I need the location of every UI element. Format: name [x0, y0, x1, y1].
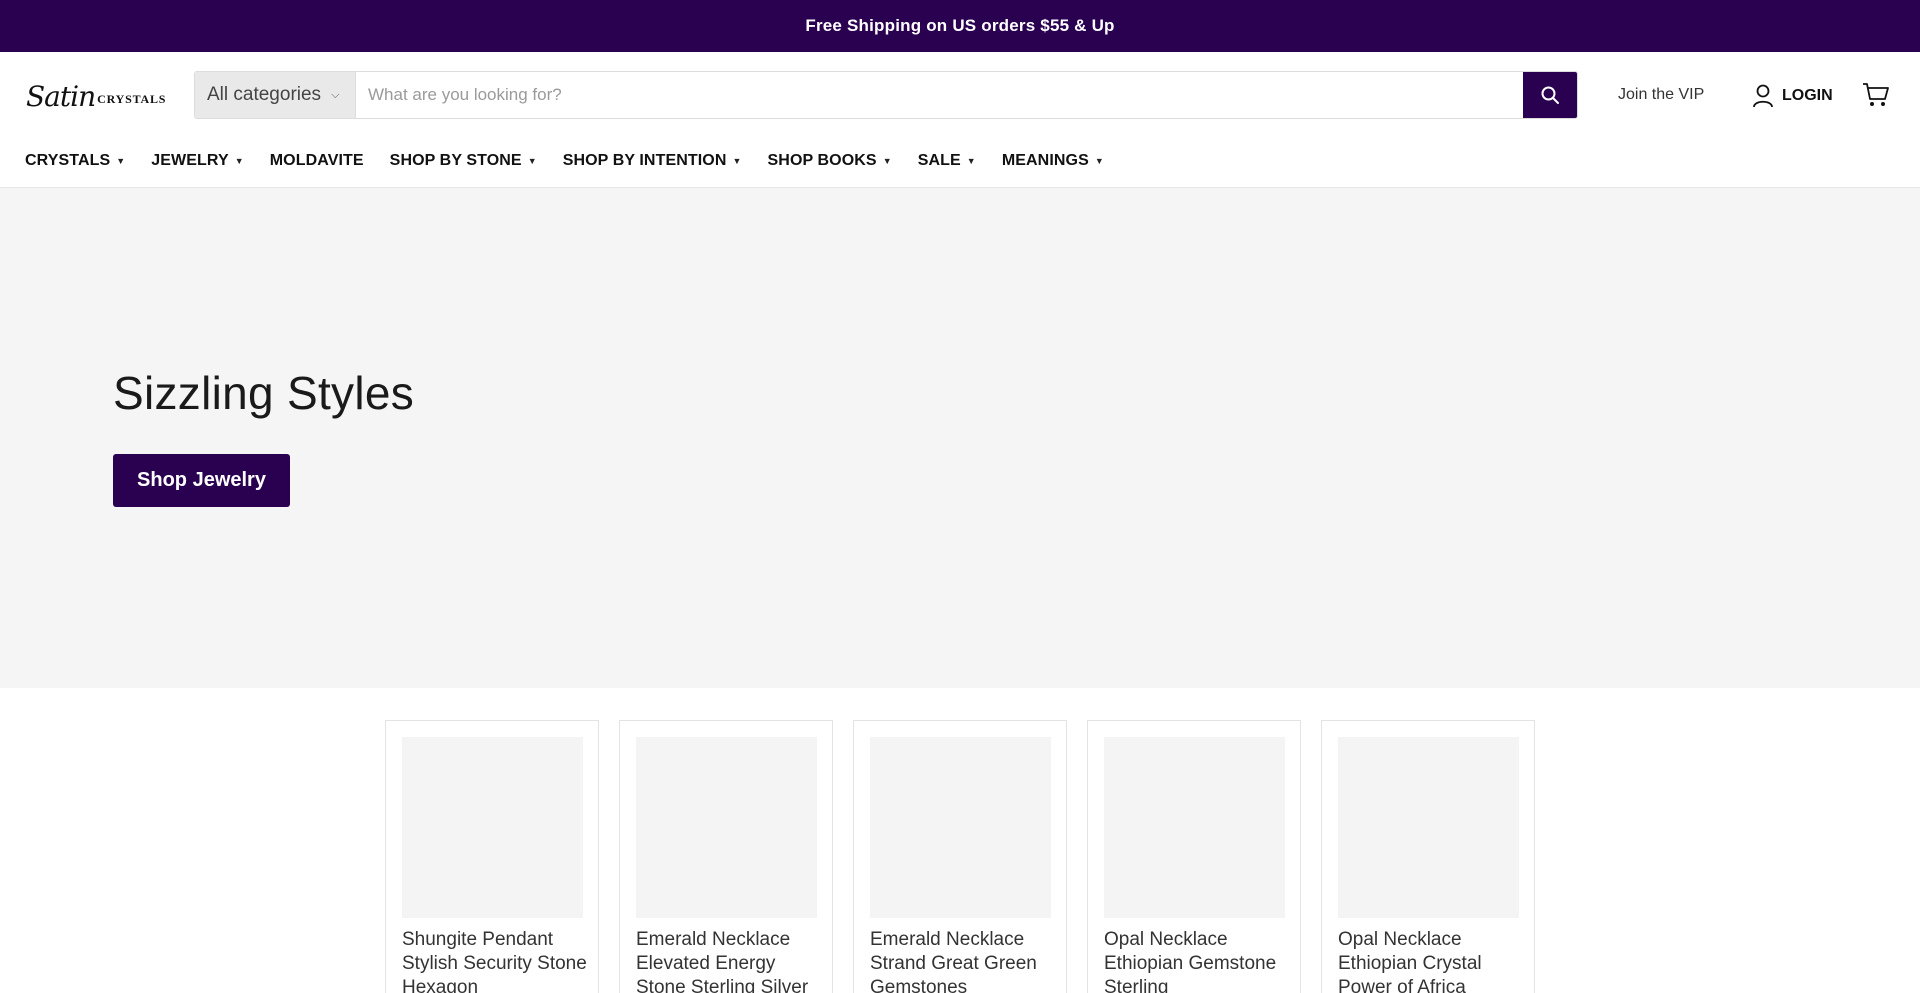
product-card[interactable]: Opal Necklace Ethiopian Gemstone Sterlin…: [1087, 720, 1301, 993]
nav-item-label: SHOP BY STONE: [389, 152, 522, 169]
search-button[interactable]: [1523, 72, 1577, 118]
nav-item-label: SHOP BY INTENTION: [562, 152, 727, 169]
hero-banner: Sizzling Styles Shop Jewelry: [0, 188, 1920, 688]
product-image[interactable]: [1104, 737, 1285, 918]
search-input[interactable]: [356, 72, 1523, 118]
product-title[interactable]: Shungite Pendant Stylish Security Stone …: [402, 928, 592, 993]
chevron-down-icon: ▼: [1094, 156, 1104, 166]
main-nav: CRYSTALS ▼ JEWELRY ▼ MOLDAVITE SHOP BY S…: [25, 148, 1130, 174]
cart-icon: [1863, 83, 1889, 106]
nav-item-label: CRYSTALS: [25, 152, 111, 169]
product-title[interactable]: Emerald Necklace Strand Great Green Gems…: [870, 928, 1060, 993]
category-select-label: All categories: [207, 84, 322, 105]
nav-item-shop-by-stone[interactable]: SHOP BY STONE ▼: [390, 152, 537, 170]
chevron-down-icon: ▼: [966, 156, 976, 166]
nav-item-label: SHOP BOOKS: [767, 152, 877, 169]
nav-item-shop-by-intention[interactable]: SHOP BY INTENTION ▼: [563, 152, 742, 170]
product-title[interactable]: Opal Necklace Ethiopian Gemstone Sterlin…: [1104, 928, 1294, 993]
product-image[interactable]: [636, 737, 817, 918]
product-title[interactable]: Emerald Necklace Elevated Energy Stone S…: [636, 928, 826, 993]
search-bar: All categories ⌵: [194, 71, 1578, 119]
nav-item-meanings[interactable]: MEANINGS ▼: [1002, 152, 1104, 170]
announcement-bar: Free Shipping on US orders $55 & Up: [0, 0, 1920, 52]
category-select[interactable]: All categories ⌵: [195, 72, 356, 118]
cart-button[interactable]: [1862, 82, 1892, 110]
nav-item-shop-books[interactable]: SHOP BOOKS ▼: [768, 152, 892, 170]
login-label: LOGIN: [1782, 87, 1833, 104]
product-image[interactable]: [870, 737, 1051, 918]
hero-title: Sizzling Styles: [113, 367, 415, 419]
product-card[interactable]: Emerald Necklace Strand Great Green Gems…: [853, 720, 1067, 993]
nav-item-label: MOLDAVITE: [269, 152, 364, 169]
search-icon: [1541, 86, 1559, 104]
nav-item-label: MEANINGS: [1001, 152, 1089, 169]
nav-item-jewelry[interactable]: JEWELRY ▼: [151, 152, 243, 170]
nav-item-label: SALE: [917, 152, 961, 169]
login-link[interactable]: LOGIN: [1752, 82, 1833, 110]
site-header: Satin CRYSTALS All categories ⌵ Join the…: [0, 52, 1920, 188]
chevron-down-icon: ⌵: [331, 88, 340, 101]
chevron-down-icon: ▼: [732, 156, 742, 166]
nav-item-label: JEWELRY: [151, 152, 229, 169]
site-logo[interactable]: Satin CRYSTALS: [26, 76, 171, 116]
announcement-text: Free Shipping on US orders $55 & Up: [805, 16, 1115, 35]
product-card[interactable]: Shungite Pendant Stylish Security Stone …: [385, 720, 599, 993]
shop-jewelry-button[interactable]: Shop Jewelry: [113, 454, 290, 507]
chevron-down-icon: ▼: [527, 156, 537, 166]
product-grid: Shungite Pendant Stylish Security Stone …: [0, 688, 1920, 993]
product-card[interactable]: Opal Necklace Ethiopian Crystal Power of…: [1321, 720, 1535, 993]
product-card[interactable]: Emerald Necklace Elevated Energy Stone S…: [619, 720, 833, 993]
nav-item-crystals[interactable]: CRYSTALS ▼: [25, 152, 125, 170]
product-title[interactable]: Opal Necklace Ethiopian Crystal Power of…: [1338, 928, 1528, 993]
nav-item-sale[interactable]: SALE ▼: [918, 152, 976, 170]
logo-caps: CRYSTALS: [97, 91, 167, 106]
product-image[interactable]: [402, 737, 583, 918]
nav-item-moldavite[interactable]: MOLDAVITE: [270, 152, 364, 170]
header-top: Satin CRYSTALS All categories ⌵ Join the…: [0, 52, 1920, 140]
join-vip-link[interactable]: Join the VIP: [1618, 86, 1704, 104]
product-image[interactable]: [1338, 737, 1519, 918]
logo-script: Satin: [26, 79, 96, 113]
chevron-down-icon: ▼: [116, 156, 126, 166]
chevron-down-icon: ▼: [234, 156, 244, 166]
chevron-down-icon: ▼: [882, 156, 892, 166]
user-icon: [1753, 84, 1773, 108]
